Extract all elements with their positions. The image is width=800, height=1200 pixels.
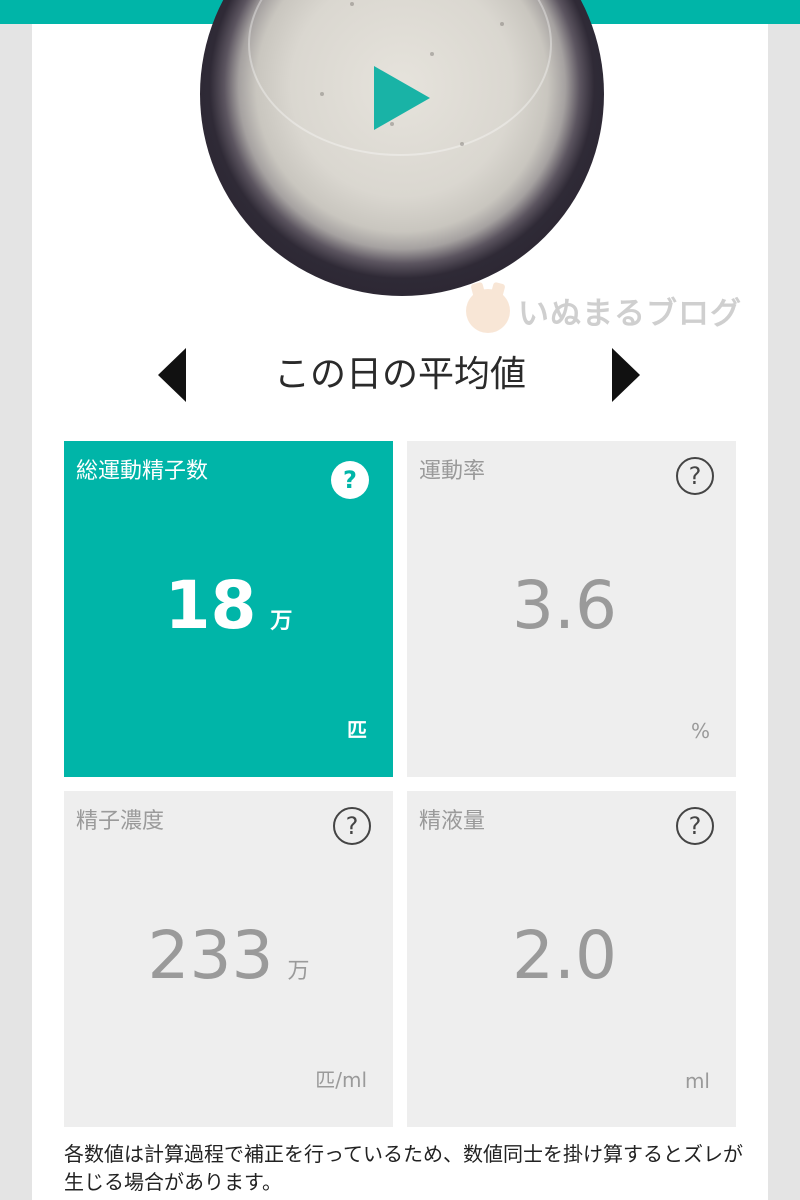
metric-unit: % xyxy=(690,719,710,743)
play-icon[interactable] xyxy=(374,66,430,130)
metric-unit: 匹/ml xyxy=(315,1068,367,1092)
metric-label: 精液量 xyxy=(419,809,486,834)
footnote: 各数値は計算過程で補正を行っているため、数値同士を掛け算するとズレが生じる場合が… xyxy=(64,1142,743,1194)
watermark: いぬまるブログ xyxy=(466,288,742,333)
video-speck xyxy=(350,2,354,6)
metric-label: 精子濃度 xyxy=(76,809,165,834)
metric-value-row: 233 万 xyxy=(64,917,393,994)
metric-value-row: 18 万 xyxy=(64,567,393,644)
video-speck xyxy=(460,142,464,146)
metric-card-motility[interactable]: 運動率 ? 3.6 % xyxy=(407,441,736,777)
video-speck xyxy=(320,92,324,96)
video-speck xyxy=(430,52,434,56)
dog-logo-icon xyxy=(466,288,510,333)
metric-card-concentration[interactable]: 精子濃度 ? 233 万 匹/ml xyxy=(64,791,393,1127)
metric-value-unit: 万 xyxy=(287,959,310,984)
metric-label: 総運動精子数 xyxy=(76,459,209,484)
help-icon[interactable]: ? xyxy=(676,807,714,845)
metric-value: 2.0 xyxy=(512,917,617,994)
metric-card-volume[interactable]: 精液量 ? 2.0 ml xyxy=(407,791,736,1127)
metric-card-total-motile[interactable]: 総運動精子数 ? 18 万 匹 xyxy=(64,441,393,777)
metric-unit: 匹 xyxy=(347,718,367,742)
nav-title: この日の平均値 xyxy=(273,354,526,395)
watermark-text: いぬまるブログ xyxy=(518,296,742,332)
metric-value: 233 xyxy=(147,917,274,994)
help-icon[interactable]: ? xyxy=(331,461,369,499)
caret-left-icon[interactable] xyxy=(158,348,186,402)
help-icon[interactable]: ? xyxy=(676,457,714,495)
metric-value: 18 xyxy=(164,567,257,644)
caret-right-icon[interactable] xyxy=(612,348,640,402)
metric-value: 3.6 xyxy=(512,567,617,644)
metric-value-row: 3.6 xyxy=(407,567,736,644)
metric-value-unit: 万 xyxy=(270,609,293,634)
metric-value-row: 2.0 xyxy=(407,917,736,994)
video-speck xyxy=(500,22,504,26)
help-icon[interactable]: ? xyxy=(333,807,371,845)
metric-label: 運動率 xyxy=(419,459,486,484)
metric-unit: ml xyxy=(684,1069,710,1093)
